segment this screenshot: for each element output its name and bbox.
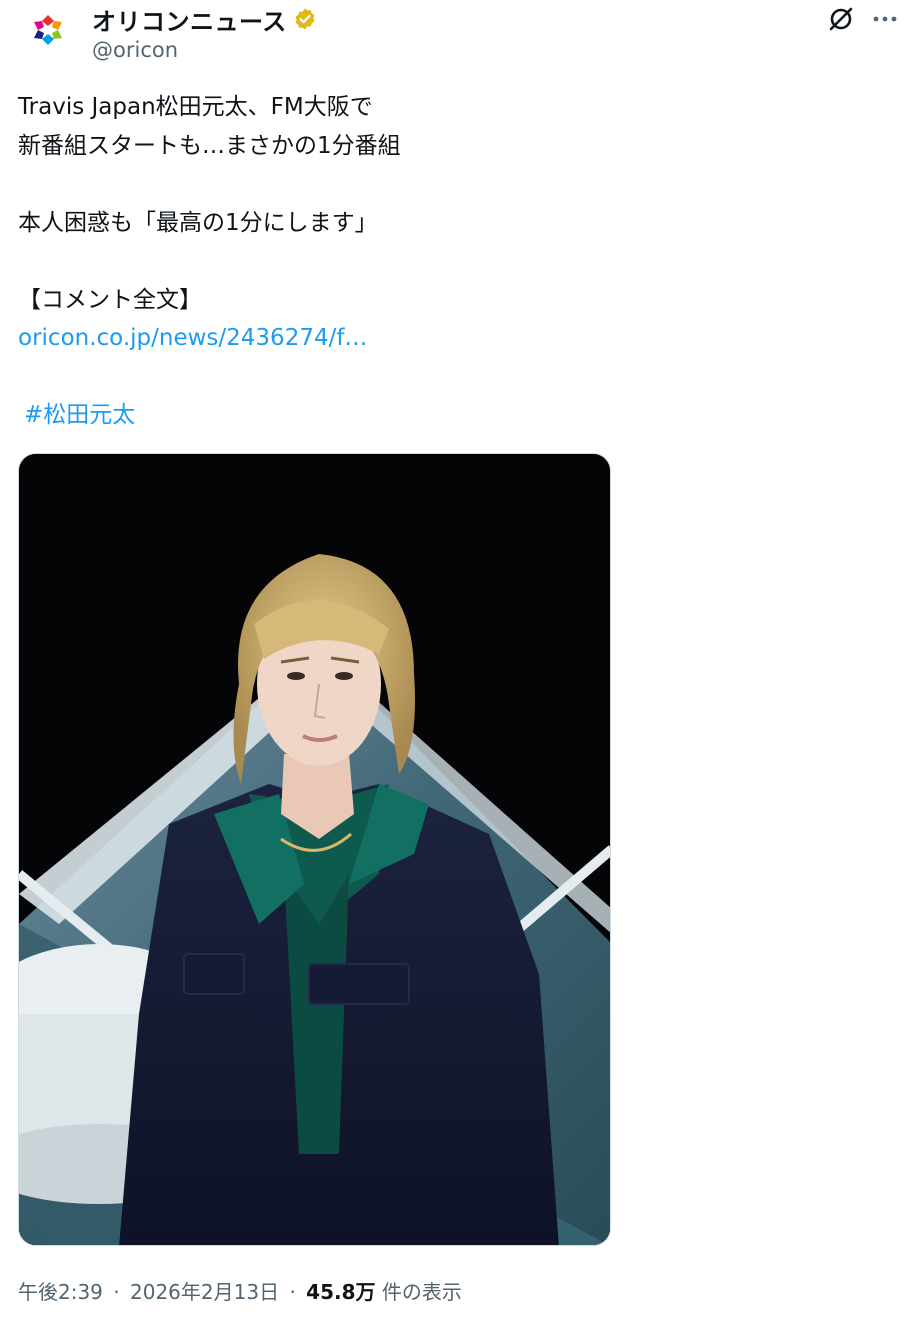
more-options-icon[interactable] [870, 4, 900, 34]
tweet-photo[interactable] [18, 453, 611, 1246]
meta-separator: · [113, 1280, 120, 1304]
tweet-text-line: 【コメント全文】 [18, 286, 202, 313]
tweet-meta: 午後2:39 · 2026年2月13日 · 45.8万 件の表示 [18, 1276, 462, 1305]
views-label: 件の表示 [381, 1280, 462, 1304]
author-avatar[interactable] [18, 6, 78, 66]
verified-badge-icon[interactable] [293, 7, 317, 31]
views-count: 45.8万 [306, 1280, 376, 1304]
tweet-text-line: 本人困惑も「最高の1分にします」 [18, 209, 378, 236]
hashtag-link[interactable]: #松田元太 [24, 402, 135, 428]
grok-icon[interactable] [826, 4, 856, 34]
author-display-name[interactable]: オリコンニュース [92, 2, 287, 37]
oricon-logo [34, 15, 62, 45]
meta-separator: · [289, 1280, 296, 1304]
author-handle[interactable]: @oricon [92, 38, 178, 62]
tweet: オリコンニュース @oricon Travis Japan松田元太、FM大阪で … [0, 0, 923, 1330]
tweet-text: Travis Japan松田元太、FM大阪で 新番組スタートも…まさかの1分番組… [18, 88, 898, 435]
tweet-text-blank [18, 165, 898, 204]
author-name-row: オリコンニュース [92, 2, 317, 37]
tweet-text-line: 新番組スタートも…まさかの1分番組 [18, 132, 401, 159]
tweet-text-blank [18, 358, 898, 397]
photo-illustration [19, 454, 610, 1245]
tweet-time[interactable]: 午後2:39 [18, 1280, 103, 1304]
tweet-text-blank [18, 242, 898, 281]
tweet-text-line: Travis Japan松田元太、FM大阪で [18, 94, 373, 120]
tweet-link[interactable]: oricon.co.jp/news/2436274/f… [18, 325, 367, 351]
tweet-date[interactable]: 2026年2月13日 [130, 1280, 279, 1304]
